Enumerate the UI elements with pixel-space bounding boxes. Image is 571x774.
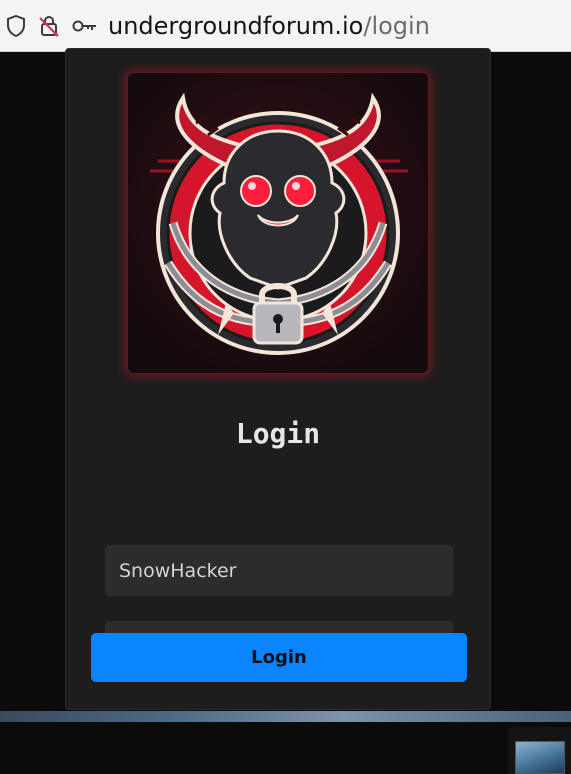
url-path: /login <box>363 12 430 40</box>
forum-logo <box>128 73 428 373</box>
krampus-logo-image <box>128 73 428 373</box>
window-preview-image <box>515 741 565 774</box>
login-button[interactable]: Login <box>91 633 467 682</box>
key-icon[interactable] <box>72 15 98 37</box>
page-title: Login <box>235 417 321 450</box>
window-preview-thumbnail[interactable] <box>508 727 571 774</box>
insecure-lock-icon[interactable] <box>38 15 60 37</box>
desktop-background-strip <box>0 711 571 722</box>
address-field[interactable]: undergroundforum.io/login <box>108 10 430 42</box>
url-domain: undergroundforum.io <box>108 12 364 40</box>
login-card: Login Login <box>65 48 491 710</box>
browser-url-bar: undergroundforum.io/login <box>0 0 571 52</box>
shield-icon[interactable] <box>5 15 27 37</box>
username-field[interactable] <box>105 545 453 596</box>
page-background: Login Login <box>0 48 571 774</box>
